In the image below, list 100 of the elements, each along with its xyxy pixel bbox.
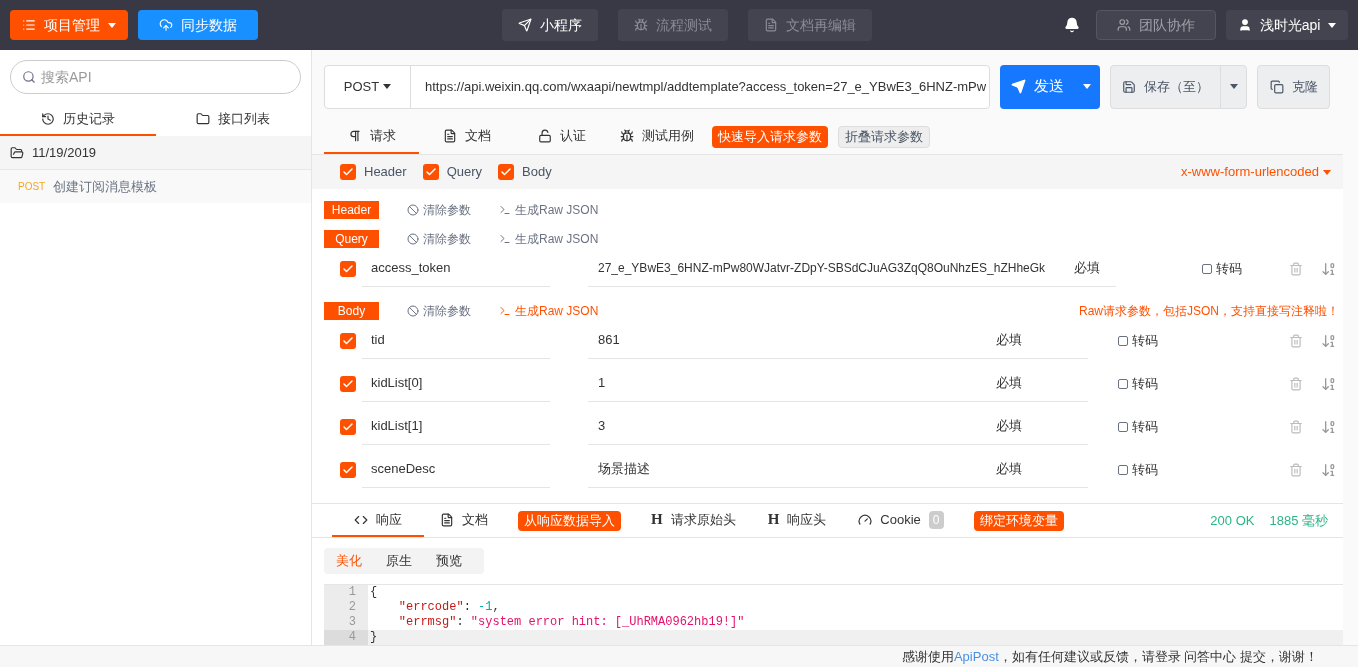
document-icon	[764, 18, 778, 32]
trash-icon[interactable]	[1289, 462, 1303, 477]
checkbox[interactable]	[340, 164, 356, 180]
pilcrow-icon	[347, 128, 362, 143]
code-editor[interactable]: 1 { 2 "errcode": -1, 3 "errmsg": "system error hint: [_UhRMA0962hb19!]" 4 }	[324, 584, 1343, 645]
param-value[interactable]: 3	[588, 408, 988, 445]
sort-icon[interactable]	[1321, 332, 1337, 349]
checkbox[interactable]	[340, 418, 356, 435]
cloud-upload-icon	[159, 18, 173, 32]
h-icon: H	[651, 512, 663, 527]
response-tab[interactable]: H 请求原始头	[635, 504, 752, 537]
clear-params-button[interactable]: 清除参数	[407, 201, 471, 219]
request-tab[interactable]: 文档	[419, 119, 514, 154]
trash-icon[interactable]	[1289, 376, 1303, 391]
clone-button[interactable]: 克隆	[1257, 64, 1330, 109]
check-icon	[342, 420, 354, 433]
sort-icon[interactable]	[1321, 260, 1337, 277]
check-icon	[342, 377, 354, 390]
folder-icon	[10, 145, 24, 160]
response-tab[interactable]: 文档	[424, 504, 504, 537]
request-tab[interactable]: 测试用例	[609, 119, 704, 154]
search-field[interactable]: 搜索API	[10, 60, 301, 94]
history-group[interactable]: 11/19/2019	[0, 136, 311, 170]
section-label: Header	[324, 201, 379, 219]
trash-icon[interactable]	[1289, 261, 1303, 276]
bug-icon	[619, 128, 634, 143]
view-tab[interactable]: 预览	[424, 548, 474, 574]
terminal-icon	[499, 233, 511, 245]
required-label: 必填	[988, 408, 1088, 445]
clear-params-button[interactable]: 清除参数	[407, 302, 471, 320]
group-date: 11/19/2019	[32, 143, 97, 162]
sidebar-tab[interactable]: 接口列表	[155, 104, 311, 136]
param-key[interactable]: tid	[362, 322, 550, 359]
team-button[interactable]: 团队协作	[1096, 10, 1216, 40]
param-key[interactable]: kidList[1]	[362, 408, 550, 445]
param-value[interactable]: 1	[588, 365, 988, 402]
paper-plane-icon	[518, 18, 532, 32]
user-menu-button[interactable]: 浅时光api	[1226, 10, 1348, 40]
param-key[interactable]: sceneDesc	[362, 451, 550, 488]
checkbox[interactable]	[422, 164, 439, 180]
list-icon	[22, 18, 36, 32]
encode-checkbox[interactable]	[1118, 421, 1128, 432]
param-key[interactable]: access_token	[362, 250, 550, 287]
check-icon	[342, 262, 354, 275]
history-item[interactable]: POST 创建订阅消息模板	[0, 170, 311, 203]
encode-label: 转码	[1132, 417, 1158, 436]
required-label: 必填	[988, 365, 1088, 402]
caret-icon	[1328, 22, 1337, 28]
request-tab[interactable]: 认证	[514, 119, 609, 154]
check-icon	[342, 334, 354, 347]
ban-icon	[407, 204, 419, 216]
check-icon	[342, 463, 354, 476]
trash-icon[interactable]	[1289, 333, 1303, 348]
sort-icon[interactable]	[1321, 375, 1337, 392]
caret-icon	[108, 22, 116, 28]
param-value[interactable]: 861	[588, 322, 988, 359]
copy-icon	[1269, 79, 1284, 94]
status-code: 200 OK	[1210, 511, 1255, 530]
code-line: "errmsg": "system error hint: [_UhRMA0962hb19!]"	[397, 615, 746, 630]
response-tab[interactable]: H 响应头	[751, 504, 843, 537]
raw-json-button[interactable]: 生成Raw JSON	[499, 230, 599, 248]
param-value[interactable]: 27_e_YBwE3_6HNZ-mPw80WJatvr-ZDpY-SBSdCJuAG3ZqQ8OuNhzES_hZHheGk	[588, 250, 1066, 287]
history-icon	[40, 112, 55, 126]
trash-icon[interactable]	[1289, 419, 1303, 434]
required-label: 必填	[1066, 250, 1116, 287]
checkbox[interactable]	[340, 260, 356, 277]
encode-checkbox[interactable]	[1118, 335, 1128, 346]
clear-params-button[interactable]: 清除参数	[407, 230, 471, 248]
user-icon	[1237, 18, 1252, 32]
checkbox[interactable]	[340, 375, 356, 392]
terminal-icon	[499, 305, 511, 317]
code-line: "errcode": -1,	[397, 600, 501, 615]
terminal-icon	[499, 204, 511, 216]
param-value[interactable]: 场景描述	[588, 451, 988, 488]
view-tab[interactable]: 原生	[374, 548, 424, 574]
encode-checkbox[interactable]	[1118, 378, 1128, 389]
collapse-button[interactable]: 折叠请求参数	[838, 125, 930, 148]
code-line: {	[369, 585, 379, 600]
encode-label: 转码	[1132, 331, 1158, 350]
method-label: POST	[18, 180, 46, 194]
encode-checkbox[interactable]	[1118, 464, 1128, 475]
checkbox[interactable]	[340, 332, 356, 349]
checkbox[interactable]	[340, 461, 356, 478]
bell-icon[interactable]	[1064, 17, 1080, 33]
encode-checkbox[interactable]	[1202, 263, 1212, 274]
top-tab[interactable]: 小程序	[502, 9, 598, 41]
param-key[interactable]: kidList[0]	[362, 365, 550, 402]
bug-icon	[634, 18, 648, 32]
checkbox[interactable]	[498, 164, 515, 180]
line-number: 3	[324, 615, 368, 630]
footer-text: 感谢使用ApiPost，如有任何建议或反馈，请登录 问答中心 提交，谢谢！	[901, 647, 1318, 666]
toggle-label: Query	[446, 163, 483, 182]
sort-icon[interactable]	[1321, 418, 1337, 435]
sort-icon[interactable]	[1321, 461, 1337, 478]
required-label: 必填	[988, 322, 1088, 359]
users-icon	[1117, 18, 1131, 32]
section-label: Query	[324, 230, 379, 248]
caret-icon	[1323, 169, 1331, 175]
raw-json-button[interactable]: 生成Raw JSON	[499, 201, 599, 219]
line-number: 4	[324, 630, 368, 645]
